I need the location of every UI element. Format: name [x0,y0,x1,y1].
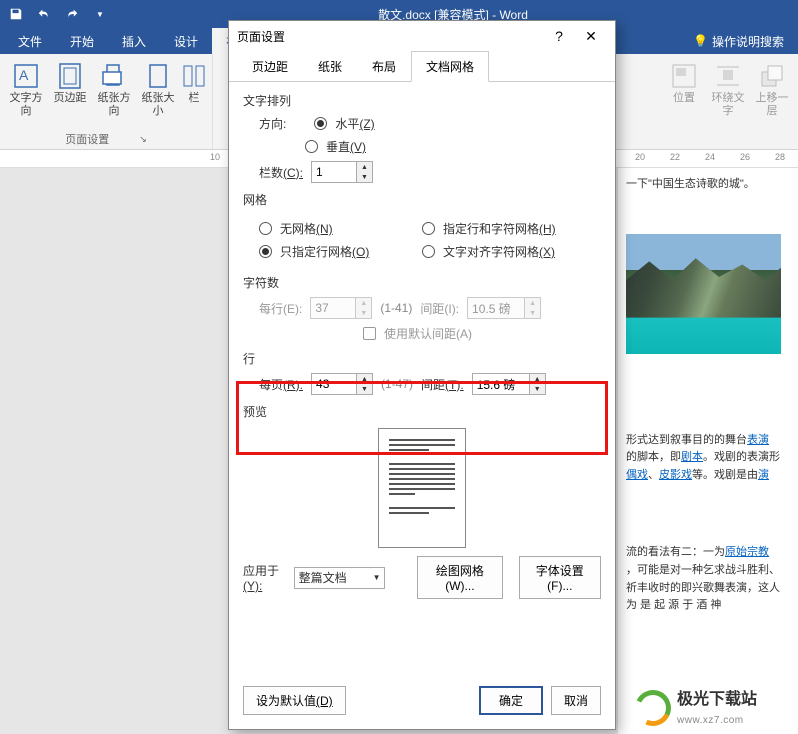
redo-icon[interactable] [60,2,84,26]
dlg-tab-grid[interactable]: 文档网格 [411,51,489,82]
wrap-text-button[interactable]: 环绕文字 [708,58,748,118]
doc-text-line1: 一下"中国生态诗歌的城"。 [626,176,790,194]
radio-horizontal[interactable] [314,117,327,130]
link-ouxi[interactable]: 偶戏 [626,469,648,481]
font-settings-button[interactable]: 字体设置(F)... [519,556,601,599]
chevron-down-icon: ▼ [373,573,381,582]
dlg-tab-margins[interactable]: 页边距 [237,51,303,82]
check-default-spacing [363,327,376,340]
spin-up-icon: ▲ [530,374,545,384]
svg-text:A: A [19,67,29,83]
preview-thumbnail [378,428,466,548]
doc-inline-image[interactable] [626,234,781,354]
spin-down-icon: ▼ [357,172,372,182]
ok-button[interactable]: 确定 [479,686,543,715]
apply-to-select[interactable]: 整篇文档▼ [294,567,386,589]
section-grid: 网格 [243,191,601,208]
tab-home[interactable]: 开始 [56,28,108,54]
document-page[interactable]: 一下"中国生态诗歌的城"。 形式达到叙事目的的舞台表演 的脚本，即剧本。戏剧的表… [618,168,798,734]
doc-paragraph-2: 流的看法有二：一为原始宗教 ，可能是对一种乞求战斗胜利、祈丰收时的即兴歌舞表演，… [626,544,790,614]
link-piying[interactable]: 皮影戏 [659,469,692,481]
save-icon[interactable] [4,2,28,26]
link-juben[interactable]: 剧本 [681,451,703,463]
section-chars: 字符数 [243,274,601,291]
dlg-tab-layout[interactable]: 布局 [357,51,411,82]
radio-lineonly[interactable] [259,245,272,258]
radio-vertical[interactable] [305,140,318,153]
line-spacing-spinner[interactable]: ▲▼ [472,373,546,395]
text-direction-button[interactable]: A 文字方向 [6,58,46,118]
position-button[interactable]: 位置 [664,58,704,118]
qat-dropdown-icon[interactable]: ▼ [88,2,112,26]
columns-spinner[interactable]: ▲▼ [311,161,373,183]
columns-button[interactable]: 栏 [182,58,206,118]
chars-per-line-spinner: ▲▼ [310,297,372,319]
drawing-grid-button[interactable]: 绘图网格(W)... [417,556,502,599]
tab-file[interactable]: 文件 [4,28,56,54]
radio-charalign[interactable] [422,245,435,258]
orientation-button[interactable]: 纸张方向 [94,58,134,118]
pagesetup-dialog-launcher[interactable]: ↘ [139,134,147,145]
watermark-logo: 极光下载站 www.xz7.com [635,688,790,728]
dialog-help-button[interactable]: ? [543,22,575,50]
paper-size-button[interactable]: 纸张大小 [138,58,178,118]
link-biaoyan[interactable]: 表演 [747,434,769,446]
tell-me-search[interactable]: 💡操作说明搜索 [679,28,798,54]
spin-up-icon: ▲ [357,374,372,384]
margins-button[interactable]: 页边距 [50,58,90,118]
section-preview: 预览 [243,403,601,420]
lines-per-page-spinner[interactable]: ▲▼ [311,373,373,395]
radio-linechar[interactable] [422,222,435,235]
radio-nogrid[interactable] [259,222,272,235]
section-lines: 行 [243,350,601,367]
section-text-arrange: 文字排列 [243,92,601,109]
cancel-button[interactable]: 取消 [551,686,601,715]
doc-paragraph-1: 形式达到叙事目的的舞台表演 的脚本，即剧本。戏剧的表演形 偶戏、皮影戏等。戏剧是… [626,432,790,485]
tab-design[interactable]: 设计 [160,28,212,54]
spin-down-icon: ▼ [357,384,372,394]
spin-up-icon: ▲ [357,162,372,172]
spin-down-icon: ▼ [530,384,545,394]
dialog-close-button[interactable]: ✕ [575,22,607,50]
bring-forward-button[interactable]: 上移一层 [752,58,792,118]
dialog-title: 页面设置 [237,28,543,45]
char-spacing-spinner: ▲▼ [467,297,541,319]
tab-insert[interactable]: 插入 [108,28,160,54]
set-default-button[interactable]: 设为默认值(D) [243,686,346,715]
undo-icon[interactable] [32,2,56,26]
page-setup-dialog: 页面设置 ? ✕ 页边距 纸张 布局 文档网格 文字排列 方向: 水平(Z) 垂… [228,20,616,730]
link-yan[interactable]: 演 [758,469,769,481]
link-zongjiao[interactable]: 原始宗教 [725,546,769,558]
dlg-tab-paper[interactable]: 纸张 [303,51,357,82]
ribbon-group-pagesetup-label: 页面设置 [65,131,109,147]
